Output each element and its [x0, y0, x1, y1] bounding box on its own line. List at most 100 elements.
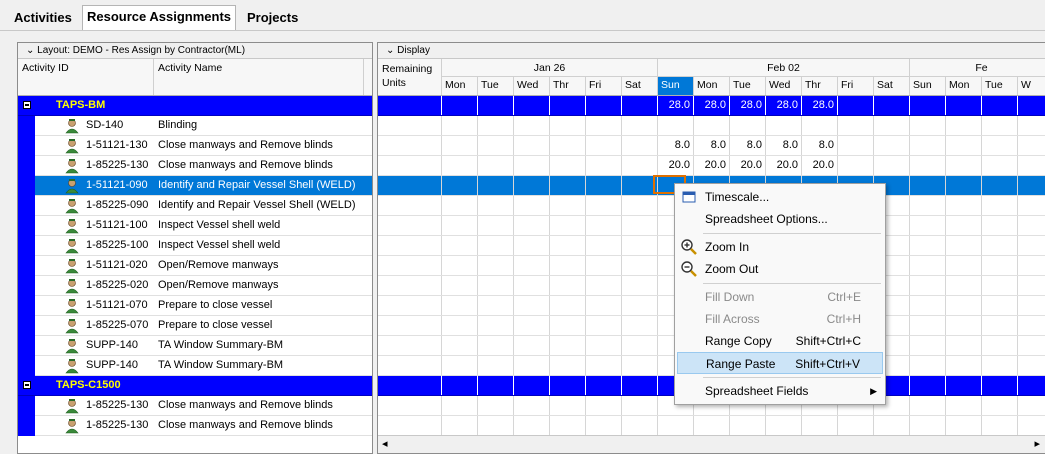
tab-activities[interactable]: Activities: [10, 7, 76, 28]
collapse-icon[interactable]: [23, 381, 31, 389]
day-cell[interactable]: [730, 116, 766, 135]
day-cell[interactable]: [982, 336, 1018, 355]
day-cell[interactable]: [586, 216, 622, 235]
timeline-row[interactable]: [378, 116, 1045, 136]
day-cell[interactable]: 28.0: [658, 96, 694, 115]
day-cell[interactable]: [910, 316, 946, 335]
day-cell[interactable]: [694, 416, 730, 435]
day-cell[interactable]: [946, 96, 982, 115]
day-cell[interactable]: [622, 256, 658, 275]
day-cell[interactable]: 28.0: [766, 96, 802, 115]
day-cell[interactable]: 8.0: [694, 136, 730, 155]
menu-item-range-copy[interactable]: Range Copy Shift+Ctrl+C: [677, 330, 883, 352]
remaining-units-cell[interactable]: [378, 316, 442, 335]
col-activity-id[interactable]: Activity ID: [18, 59, 154, 95]
day-cell[interactable]: [586, 96, 622, 115]
day-cell[interactable]: [442, 136, 478, 155]
day-cell[interactable]: [910, 336, 946, 355]
day-cell[interactable]: 28.0: [694, 96, 730, 115]
day-cell[interactable]: [982, 236, 1018, 255]
remaining-units-cell[interactable]: [378, 216, 442, 235]
day-cell[interactable]: [550, 116, 586, 135]
day-cell[interactable]: [982, 276, 1018, 295]
day-cell[interactable]: [946, 196, 982, 215]
day-cell[interactable]: [550, 296, 586, 315]
day-cell[interactable]: [658, 116, 694, 135]
remaining-units-cell[interactable]: [378, 96, 442, 115]
day-cell[interactable]: [1018, 136, 1045, 155]
day-cell[interactable]: [550, 176, 586, 195]
day-cell[interactable]: [442, 376, 478, 395]
day-cell[interactable]: [622, 376, 658, 395]
day-cell[interactable]: [586, 156, 622, 175]
day-cell[interactable]: [442, 296, 478, 315]
day-cell[interactable]: [622, 356, 658, 375]
day-cell[interactable]: [1018, 276, 1045, 295]
day-cell[interactable]: [478, 96, 514, 115]
day-cell[interactable]: [550, 96, 586, 115]
day-cell[interactable]: [946, 356, 982, 375]
day-cell[interactable]: [1018, 196, 1045, 215]
day-cell[interactable]: [550, 356, 586, 375]
day-cell[interactable]: [1018, 116, 1045, 135]
day-cell[interactable]: [514, 396, 550, 415]
day-cell[interactable]: [982, 136, 1018, 155]
menu-item-range-paste[interactable]: Range Paste Shift+Ctrl+V: [677, 352, 883, 374]
day-cell[interactable]: [1018, 156, 1045, 175]
day-cell[interactable]: [550, 396, 586, 415]
remaining-units-cell[interactable]: [378, 276, 442, 295]
day-cell[interactable]: [874, 116, 910, 135]
day-cell[interactable]: [586, 236, 622, 255]
day-cell[interactable]: [1018, 176, 1045, 195]
day-cell[interactable]: [910, 176, 946, 195]
day-cell[interactable]: [514, 176, 550, 195]
day-cell[interactable]: [478, 136, 514, 155]
day-cell[interactable]: [550, 136, 586, 155]
day-cell[interactable]: [514, 376, 550, 395]
day-cell[interactable]: [514, 316, 550, 335]
timeline-row[interactable]: 20.0 20.0 20.0 20.0 20.0: [378, 156, 1045, 176]
day-cell[interactable]: 20.0: [802, 156, 838, 175]
day-cell[interactable]: [982, 296, 1018, 315]
day-cell[interactable]: [802, 416, 838, 435]
table-row[interactable]: 1-51121-020 Open/Remove manways: [18, 256, 372, 276]
day-cell[interactable]: [478, 216, 514, 235]
day-cell[interactable]: [586, 396, 622, 415]
table-row[interactable]: 1-85225-100 Inspect Vessel shell weld: [18, 236, 372, 256]
table-row[interactable]: 1-51121-100 Inspect Vessel shell weld: [18, 216, 372, 236]
menu-item-fill-down[interactable]: Fill Down Ctrl+E: [677, 286, 883, 308]
day-cell[interactable]: [442, 256, 478, 275]
day-cell[interactable]: [622, 136, 658, 155]
table-row[interactable]: 1-85225-130 Close manways and Remove blin…: [18, 416, 372, 436]
day-cell[interactable]: [586, 276, 622, 295]
day-cell[interactable]: [442, 336, 478, 355]
day-cell[interactable]: [1018, 316, 1045, 335]
remaining-units-cell[interactable]: [378, 176, 442, 195]
day-cell[interactable]: [874, 416, 910, 435]
day-cell[interactable]: [586, 256, 622, 275]
remaining-units-cell[interactable]: [378, 116, 442, 135]
day-cell[interactable]: [766, 416, 802, 435]
remaining-units-cell[interactable]: [378, 396, 442, 415]
remaining-units-cell[interactable]: [378, 256, 442, 275]
day-cell[interactable]: [514, 276, 550, 295]
day-cell[interactable]: [442, 216, 478, 235]
day-cell[interactable]: [838, 136, 874, 155]
day-cell[interactable]: [910, 196, 946, 215]
day-cell[interactable]: [946, 316, 982, 335]
day-cell[interactable]: [982, 216, 1018, 235]
day-cell[interactable]: [982, 396, 1018, 415]
day-cell[interactable]: [622, 296, 658, 315]
day-cell[interactable]: [622, 116, 658, 135]
day-cell[interactable]: [622, 316, 658, 335]
table-row[interactable]: SUPP-140 TA Window Summary-BM: [18, 336, 372, 356]
day-cell[interactable]: [658, 416, 694, 435]
menu-item-zoom-out[interactable]: Zoom Out: [677, 258, 883, 280]
scroll-left-icon[interactable]: ◂: [382, 437, 388, 450]
day-cell[interactable]: [946, 236, 982, 255]
day-cell[interactable]: [442, 176, 478, 195]
day-cell[interactable]: [910, 156, 946, 175]
day-cell[interactable]: [622, 336, 658, 355]
day-cell[interactable]: [478, 416, 514, 435]
day-cell[interactable]: [478, 336, 514, 355]
